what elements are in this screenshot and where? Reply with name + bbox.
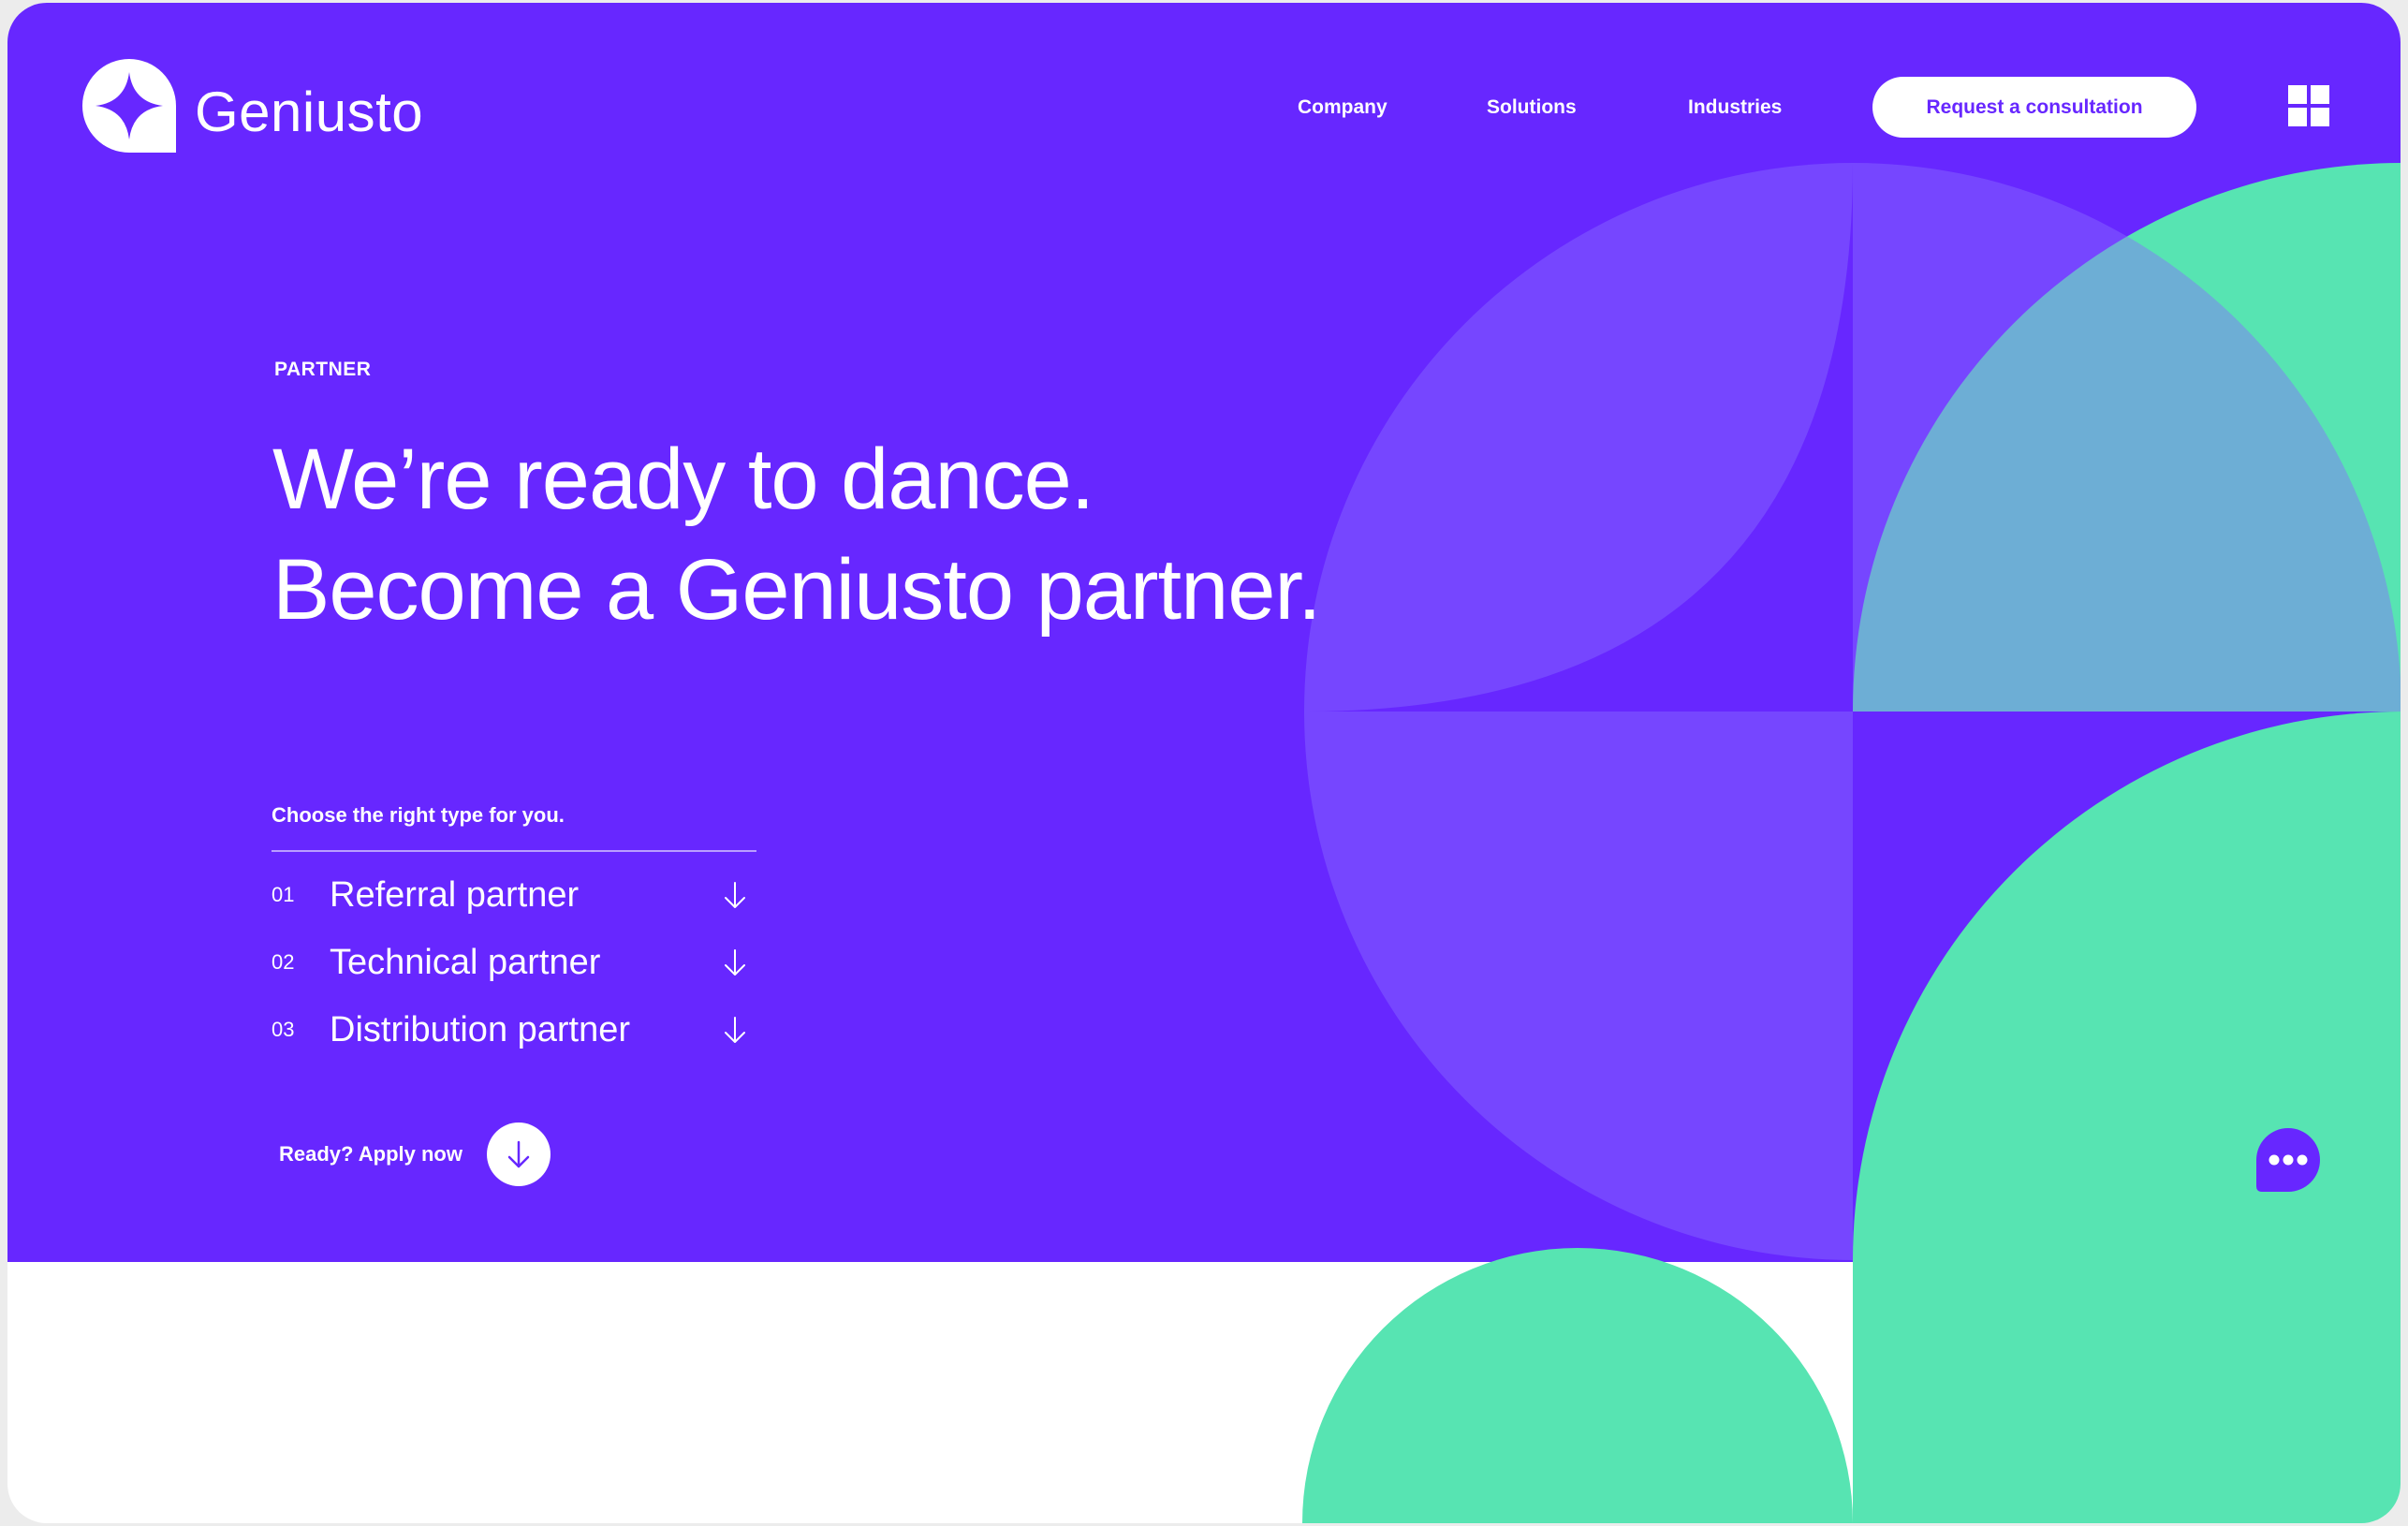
option-number: 02 bbox=[272, 950, 295, 974]
nav-industries[interactable]: Industries bbox=[1688, 96, 1782, 119]
browser-frame: Geniusto Company Solutions Industries Re… bbox=[7, 3, 2401, 1523]
green-semicircle-bottom bbox=[1302, 1248, 1853, 1523]
headline-line-2: Become a Geniusto partner. bbox=[272, 542, 1322, 638]
nav-company[interactable]: Company bbox=[1298, 96, 1388, 119]
headline-line-1: We’re ready to dance. bbox=[272, 432, 1094, 527]
brand-logo[interactable]: Geniusto bbox=[82, 59, 423, 153]
option-technical-partner[interactable]: 02 Technical partner bbox=[272, 934, 758, 990]
apply-now-label: Ready? Apply now bbox=[279, 1142, 463, 1166]
arrow-down-icon bbox=[725, 949, 745, 976]
nav-solutions[interactable]: Solutions bbox=[1487, 96, 1577, 119]
grid-menu-icon[interactable] bbox=[2286, 83, 2331, 128]
option-label: Distribution partner bbox=[330, 1009, 631, 1049]
four-point-star-icon bbox=[82, 59, 176, 153]
option-number: 03 bbox=[272, 1018, 295, 1041]
option-label: Technical partner bbox=[330, 942, 601, 982]
apply-now-link[interactable]: Ready? Apply now bbox=[279, 1122, 551, 1186]
option-referral-partner[interactable]: 01 Referral partner bbox=[272, 867, 758, 923]
chat-bubble-icon[interactable] bbox=[2254, 1126, 2322, 1194]
green-bottom-right bbox=[1853, 1262, 2401, 1523]
arrow-down-circle-icon bbox=[507, 1140, 530, 1168]
option-number: 01 bbox=[272, 883, 295, 906]
arrow-down-icon bbox=[725, 882, 745, 908]
chooser-label: Choose the right type for you. bbox=[272, 803, 565, 827]
option-distribution-partner[interactable]: 03 Distribution partner bbox=[272, 1002, 758, 1058]
decorative-shapes bbox=[1302, 163, 2401, 1523]
arrow-down-icon bbox=[725, 1017, 745, 1043]
request-consultation-button[interactable]: Request a consultation bbox=[1872, 77, 2196, 138]
divider bbox=[272, 850, 756, 852]
brand-name: Geniusto bbox=[195, 80, 424, 143]
option-label: Referral partner bbox=[330, 874, 580, 915]
apply-now-button[interactable] bbox=[486, 1122, 551, 1186]
hero-headline: We’re ready to dance. Become a Geniusto … bbox=[272, 424, 1322, 645]
section-eyebrow: PARTNER bbox=[274, 359, 372, 380]
